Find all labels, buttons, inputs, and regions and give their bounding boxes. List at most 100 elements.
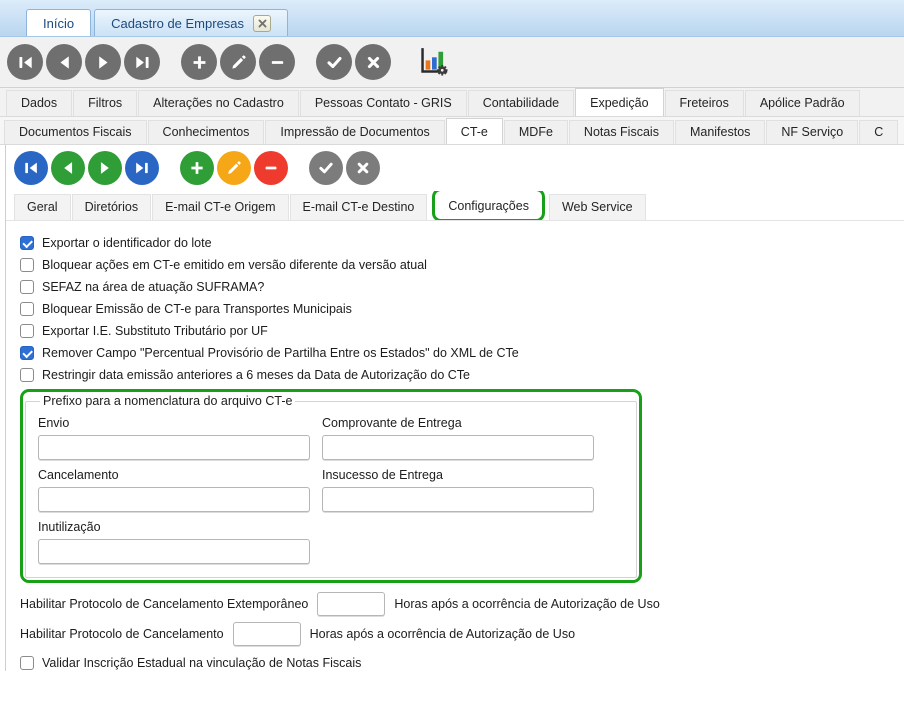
checkbox-unchecked-icon[interactable] [20, 302, 34, 316]
prefix-fields: Envio Comprovante de Entrega Cancelamento I… [38, 408, 624, 564]
record-toolbar [6, 145, 904, 191]
checkbox-label: Remover Campo "Percentual Provisório de … [42, 346, 519, 360]
confirm-icon[interactable] [309, 151, 343, 185]
add-record-icon[interactable] [181, 44, 217, 80]
tab-pessoas-contato-gris[interactable]: Pessoas Contato - GRIS [299, 90, 467, 116]
bottom-option: Validar Inscrição Estadual na vinculação… [20, 655, 904, 671]
tab-mdfe[interactable]: MDFe [503, 120, 568, 144]
checkbox-checked-icon[interactable] [20, 236, 34, 250]
checkbox-unchecked-icon[interactable] [20, 368, 34, 382]
option-restringir-data-emissao-anteriores-a-6-mes: Restringir data emissão anteriores a 6 m… [20, 367, 904, 383]
previous-record-icon[interactable] [51, 151, 85, 185]
tab-manifestos[interactable]: Manifestos [674, 120, 766, 144]
protocol-suffix: Horas após a ocorrência de Autorização d… [394, 597, 660, 611]
edit-record-icon[interactable] [217, 151, 251, 185]
field-label: Inutilização [38, 520, 101, 534]
delete-record-icon[interactable] [254, 151, 288, 185]
delete-record-icon[interactable] [259, 44, 295, 80]
tab-c[interactable]: C [859, 120, 899, 144]
tab-close-icon[interactable] [253, 14, 272, 32]
field-label: Envio [38, 416, 70, 430]
tab-contabilidade[interactable]: Contabilidade [467, 90, 575, 116]
tab-e-mail-ct-e-origem[interactable]: E-mail CT-e Origem [152, 194, 289, 220]
cancel-icon[interactable] [346, 151, 380, 185]
bar-chart-settings-icon[interactable] [416, 45, 450, 79]
checkbox-label: Exportar I.E. Substituto Tributário por … [42, 324, 268, 338]
tab-conhecimentos[interactable]: Conhecimentos [147, 120, 265, 144]
protocol-hours-input[interactable] [317, 592, 386, 616]
window-tab-inicio[interactable]: Início [26, 9, 92, 36]
tab-filtros[interactable]: Filtros [73, 90, 138, 116]
checkbox-label: SEFAZ na área de atuação SUFRAMA? [42, 280, 265, 294]
last-record-icon[interactable] [125, 151, 159, 185]
tab-row-company-sections: Dados Filtros Alterações no Cadastro Pessoa… [0, 88, 904, 117]
checkbox-unchecked-icon[interactable] [20, 656, 34, 670]
prefix-input-inutilizacao[interactable] [38, 539, 310, 564]
main-toolbar-buttons [7, 44, 394, 80]
protocol-suffix: Horas após a ocorrência de Autorização d… [309, 627, 576, 641]
option-list: Exportar o identificador do lote Bloquear… [20, 235, 904, 383]
tab-ct-e[interactable]: CT-e [445, 118, 503, 144]
add-record-icon[interactable] [180, 151, 214, 185]
tab-alteracoes-no-cadastro[interactable]: Alterações no Cadastro [138, 90, 299, 116]
protocol-label: Habilitar Protocolo de Cancelamento Exte… [20, 597, 309, 611]
window-tab-label: Início [43, 15, 75, 31]
configuracoes-panel: Exportar o identificador do lote Bloquear… [6, 221, 904, 671]
checkbox-unchecked-icon[interactable] [20, 258, 34, 272]
tab-e-mail-ct-e-destino[interactable]: E-mail CT-e Destino [289, 194, 428, 220]
checkbox-checked-icon[interactable] [20, 346, 34, 360]
tab-nf-servico[interactable]: NF Serviço [766, 120, 859, 144]
option-exportar-o-identificador-do-lote: Exportar o identificador do lote [20, 235, 904, 251]
last-record-icon[interactable] [124, 44, 160, 80]
protocol-rows: Habilitar Protocolo de Cancelamento Exte… [20, 592, 904, 646]
window-tab-label: Cadastro de Empresas [111, 15, 245, 31]
prefix-group-title: Prefixo para a nomenclatura do arquivo C… [43, 394, 293, 408]
prefix-group: Prefixo para a nomenclatura do arquivo C… [25, 394, 637, 578]
option-remover-campo-percentual-provisorio-de-par: Remover Campo "Percentual Provisório de … [20, 345, 904, 361]
next-record-icon[interactable] [88, 151, 122, 185]
prefix-input-comprovante-de-entrega[interactable] [322, 435, 594, 460]
tab-notas-fiscais[interactable]: Notas Fiscais [568, 120, 674, 144]
protocol-hours-input[interactable] [232, 622, 301, 646]
prefix-input-insucesso-de-entrega[interactable] [322, 487, 594, 512]
record-toolbar-buttons [14, 151, 383, 185]
tab-expedicao[interactable]: Expedição [575, 88, 664, 116]
tab-configuracoes[interactable]: Configurações [435, 191, 542, 219]
cancel-icon[interactable] [355, 44, 391, 80]
prefix-field-comprovante-de-entrega: Comprovante de Entrega [322, 408, 594, 460]
tab-row-cte-settings: Geral Diretórios E-mail CT-e Origem E-mail … [6, 191, 904, 221]
checkbox-unchecked-icon[interactable] [20, 280, 34, 294]
tab-geral[interactable]: Geral [14, 194, 71, 220]
next-record-icon[interactable] [85, 44, 121, 80]
field-label: Comprovante de Entrega [322, 416, 462, 430]
option-validar-inscricao-estadual-na-vinculacao-d: Validar Inscrição Estadual na vinculação… [20, 655, 904, 671]
prefix-field-cancelamento: Cancelamento [38, 460, 310, 512]
tab-apolice-padrao[interactable]: Apólice Padrão [744, 90, 860, 116]
prefix-input-envio[interactable] [38, 435, 310, 460]
option-exportar-i-e-substituto-tributario-por-uf: Exportar I.E. Substituto Tributário por … [20, 323, 904, 339]
tab-documentos-fiscais[interactable]: Documentos Fiscais [4, 120, 147, 144]
window-tab-cadastro-de-empresas[interactable]: Cadastro de Empresas [94, 9, 289, 36]
tab-impressao-de-documentos[interactable]: Impressão de Documentos [265, 120, 445, 144]
prefix-input-cancelamento[interactable] [38, 487, 310, 512]
prefix-field-envio: Envio [38, 408, 310, 460]
tab-dados[interactable]: Dados [6, 90, 73, 116]
prefix-field-inutilizacao: Inutilização [38, 512, 310, 564]
option-sefaz-na-area-de-atuacao-suframa: SEFAZ na área de atuação SUFRAMA? [20, 279, 904, 295]
checkbox-label: Exportar o identificador do lote [42, 236, 212, 250]
first-record-icon[interactable] [7, 44, 43, 80]
checkbox-unchecked-icon[interactable] [20, 324, 34, 338]
tab-freteiros[interactable]: Freteiros [664, 90, 744, 116]
tab-diretorios[interactable]: Diretórios [71, 194, 152, 220]
previous-record-icon[interactable] [46, 44, 82, 80]
checkbox-label: Restringir data emissão anteriores a 6 m… [42, 368, 471, 382]
tab-web-service[interactable]: Web Service [548, 194, 646, 220]
app-window: Início Cadastro de Empresas Dados Filtro… [0, 0, 904, 712]
protocol-row-1: Habilitar Protocolo de Cancelamento Exte… [20, 592, 904, 616]
field-label: Cancelamento [38, 468, 119, 482]
field-label: Insucesso de Entrega [322, 468, 443, 482]
edit-record-icon[interactable] [220, 44, 256, 80]
first-record-icon[interactable] [14, 151, 48, 185]
confirm-icon[interactable] [316, 44, 352, 80]
option-bloquear-emissao-de-ct-e-para-transportes-: Bloquear Emissão de CT-e para Transporte… [20, 301, 904, 317]
